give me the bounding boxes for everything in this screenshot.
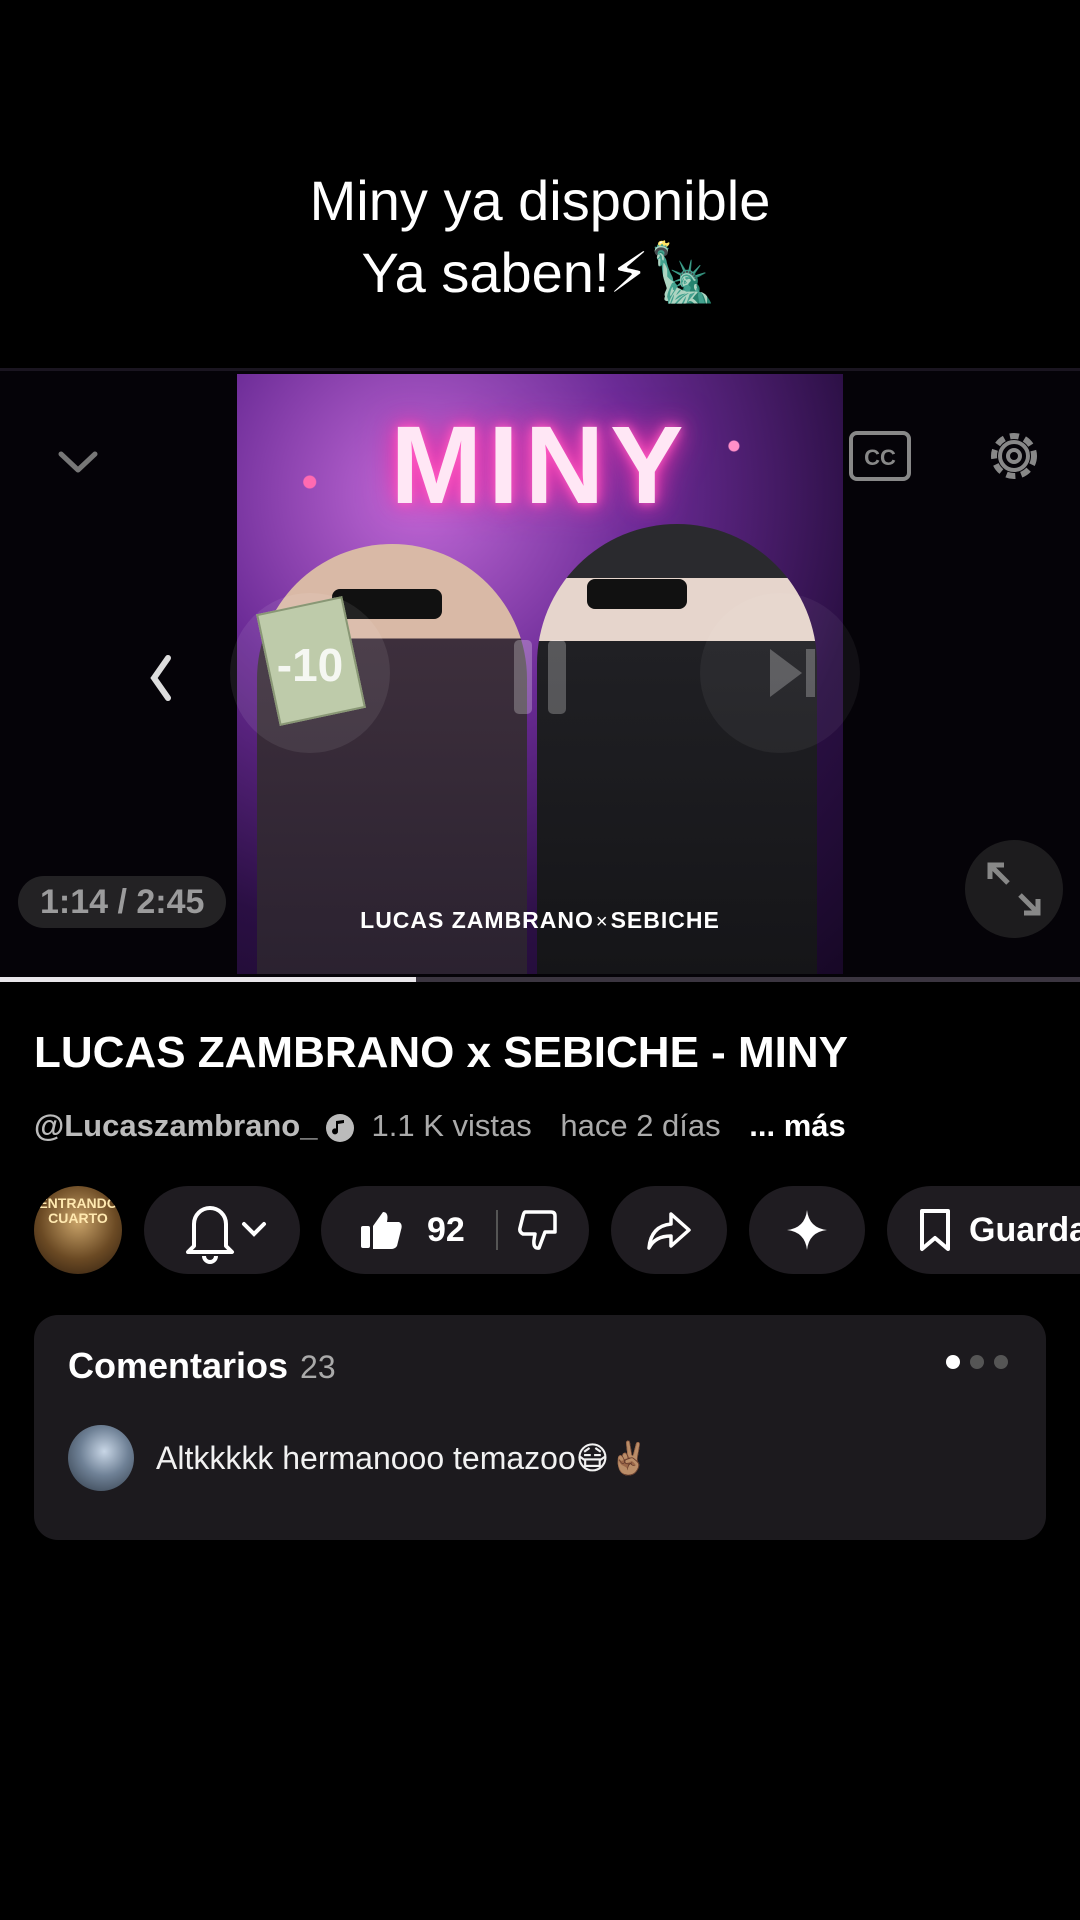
like-count: 92 (427, 1211, 465, 1249)
cover-artist-left: LUCAS ZAMBRANO (360, 907, 594, 933)
progress-bar[interactable] (0, 977, 1080, 982)
fullscreen-icon (987, 862, 1041, 916)
comments-heading: Comentarios 23 (68, 1345, 336, 1387)
bell-icon (186, 1206, 266, 1264)
upload-age: hace 2 días (560, 1108, 721, 1143)
svg-text:CC: CC (864, 445, 896, 470)
comments-count: 23 (300, 1349, 336, 1385)
comments-panel[interactable]: Comentarios 23 Altkkkkk hermanooo temazoo… (34, 1315, 1046, 1540)
channel-avatar-text: ENTRANDO CUARTO (38, 1195, 118, 1226)
pager-dot-active (946, 1355, 960, 1369)
progress-fill (0, 977, 416, 982)
ask-ai-button[interactable] (749, 1186, 865, 1274)
cover-title: MINY (390, 404, 690, 527)
comments-title: Comentarios (68, 1345, 289, 1386)
commenter-avatar (68, 1425, 134, 1491)
cover-artist-sep: × (595, 911, 609, 933)
share-button[interactable] (611, 1186, 727, 1274)
video-meta: @Lucaszambrano_ 1.1 K vistas hace 2 días … (34, 1104, 846, 1148)
bookmark-icon (920, 1209, 950, 1251)
time-display: 1:14 / 2:45 (18, 876, 227, 928)
rewind-label: -10 (276, 639, 344, 691)
cover-sunglasses-right (587, 579, 687, 609)
cover-artist-right: SEBICHE (610, 907, 720, 933)
next-button[interactable] (700, 593, 860, 753)
view-count: 1.1 K vistas (371, 1108, 532, 1143)
previous-chevron-icon[interactable] (148, 653, 174, 703)
like-dislike-group: 92 (321, 1186, 589, 1274)
channel-handle[interactable]: @Lucaszambrano_ (34, 1108, 317, 1143)
dislike-thumb-icon[interactable] (517, 1208, 561, 1252)
fullscreen-button[interactable] (965, 840, 1063, 938)
caption-line-1: Miny ya disponible (309, 169, 771, 232)
sparkle-icon (787, 1210, 827, 1250)
collapse-chevron-icon[interactable] (55, 438, 101, 484)
skip-next-icon (770, 649, 815, 697)
like-separator (496, 1210, 498, 1250)
pager-dot (994, 1355, 1008, 1369)
verified-music-icon (326, 1113, 355, 1142)
cover-artists: LUCAS ZAMBRANO ×SEBICHE (237, 907, 843, 934)
video-player[interactable]: MINY LUCAS ZAMBRANO×SEBICHE CC -10 1:14 (0, 368, 1080, 980)
more-link[interactable]: ... más (749, 1108, 846, 1143)
caption-line-2: Ya saben!⚡🗽 (361, 241, 719, 304)
like-thumb-icon[interactable] (359, 1208, 403, 1252)
settings-gear-icon[interactable] (982, 424, 1046, 488)
top-comment-text: Altkkkkk hermanooo temazoo😷✌🏽 (156, 1440, 649, 1476)
comments-pager (936, 1355, 1008, 1374)
pause-icon[interactable] (510, 636, 570, 718)
pager-dot (970, 1355, 984, 1369)
channel-avatar[interactable]: ENTRANDO CUARTO (34, 1186, 122, 1274)
player-divider (0, 368, 1080, 371)
share-arrow-icon (647, 1212, 691, 1250)
save-button[interactable]: Guardar (887, 1186, 1080, 1274)
save-label: Guardar (969, 1211, 1080, 1249)
closed-captions-icon[interactable]: CC (848, 430, 912, 482)
video-title: LUCAS ZAMBRANO x SEBICHE - MINY (34, 1028, 849, 1077)
subscription-bell-button[interactable] (144, 1186, 300, 1274)
video-caption: Miny ya disponible Ya saben!⚡🗽 (0, 165, 1080, 309)
rewind-10-button[interactable]: -10 (230, 593, 390, 753)
